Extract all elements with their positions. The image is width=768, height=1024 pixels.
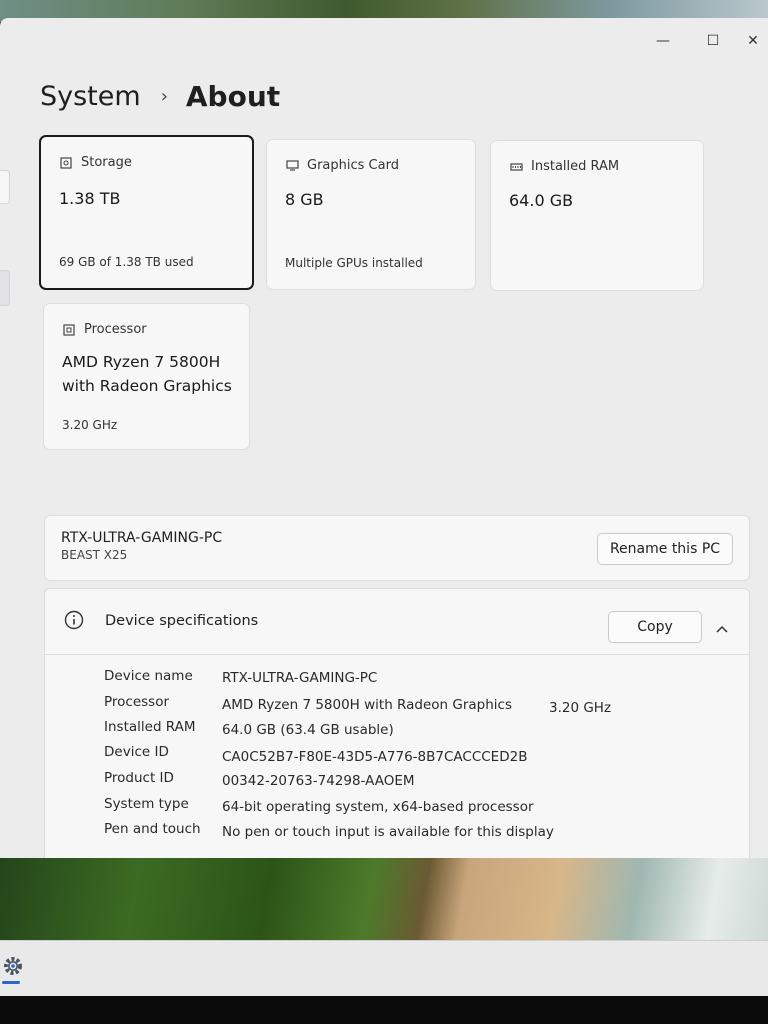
processor-value-line2: with Radeon Graphics (62, 377, 232, 395)
processor-card[interactable]: Processor AMD Ryzen 7 5800H with Radeon … (43, 303, 250, 450)
spec-value-device-name: RTX-ULTRA-GAMING-PC (222, 670, 378, 686)
copy-button[interactable]: Copy (608, 611, 702, 643)
spec-value-device-id: CA0C52B7-F80E-43D5-A776-8B7CACCCED2B (222, 749, 528, 765)
pc-name: RTX-ULTRA-GAMING-PC (61, 530, 223, 546)
spec-label-installed-ram: Installed RAM (104, 719, 196, 735)
processor-icon (62, 323, 76, 336)
spec-value-pen-touch: No pen or touch input is available for t… (222, 824, 554, 840)
desktop-wallpaper-bottom (0, 856, 768, 948)
spec-value-system-type: 64-bit operating system, x64-based proce… (222, 799, 534, 815)
storage-label: Storage (81, 155, 132, 170)
graphics-card-value: 8 GB (285, 190, 324, 209)
spec-label-processor: Processor (104, 694, 170, 710)
ram-icon (509, 161, 523, 173)
spec-label-device-name: Device name (104, 668, 193, 684)
graphics-card-icon (285, 160, 299, 172)
processor-card-header: Processor (62, 322, 147, 337)
window-controls: — ☐ ✕ (638, 26, 768, 56)
spec-value-product-id: 00342-20763-74298-AAOEM (222, 773, 415, 789)
pc-model: BEAST X25 (61, 548, 128, 562)
rename-pc-button[interactable]: Rename this PC (597, 533, 733, 565)
spec-label-system-type: System type (104, 796, 189, 812)
storage-card[interactable]: Storage 1.38 TB 69 GB of 1.38 TB used (39, 135, 254, 290)
storage-card-header: Storage (59, 155, 132, 170)
screen-bezel (0, 996, 768, 1024)
breadcrumb: System › About (40, 80, 280, 113)
device-specifications-header[interactable]: Device specifications Copy (45, 589, 749, 655)
pc-name-panel: RTX-ULTRA-GAMING-PC BEAST X25 Rename thi… (44, 515, 750, 581)
installed-ram-header: Installed RAM (509, 159, 619, 174)
nav-pane-edge-lower (0, 270, 10, 306)
graphics-card-sub: Multiple GPUs installed (285, 256, 423, 270)
spec-label-device-id: Device ID (104, 744, 169, 760)
close-button[interactable]: ✕ (738, 26, 768, 56)
graphics-card-header: Graphics Card (285, 158, 399, 173)
spec-label-pen-touch: Pen and touch (104, 821, 201, 837)
taskbar (0, 940, 768, 996)
nav-pane-edge (0, 170, 10, 204)
processor-label: Processor (84, 322, 147, 337)
settings-taskbar-icon[interactable] (0, 951, 26, 981)
device-specifications-title: Device specifications (105, 613, 259, 629)
info-icon (64, 610, 84, 634)
installed-ram-card[interactable]: Installed RAM 64.0 GB (490, 140, 704, 291)
graphics-card-label: Graphics Card (307, 158, 399, 173)
spec-label-product-id: Product ID (104, 770, 174, 786)
spec-value-installed-ram: 64.0 GB (63.4 GB usable) (222, 722, 394, 738)
processor-speed: 3.20 GHz (62, 418, 118, 432)
breadcrumb-chevron-icon: › (160, 86, 168, 107)
breadcrumb-system-link[interactable]: System (40, 81, 141, 112)
processor-value-line1: AMD Ryzen 7 5800H (62, 353, 221, 371)
spec-value-processor: AMD Ryzen 7 5800H with Radeon Graphics (222, 697, 513, 713)
active-app-indicator (2, 981, 20, 984)
maximize-button[interactable]: ☐ (688, 26, 738, 56)
graphics-card-tile[interactable]: Graphics Card 8 GB Multiple GPUs install… (266, 139, 476, 290)
page-title: About (185, 80, 281, 113)
chevron-up-icon[interactable] (715, 619, 729, 638)
storage-icon (59, 156, 73, 169)
storage-usage: 69 GB of 1.38 TB used (59, 255, 194, 269)
storage-value: 1.38 TB (59, 189, 121, 208)
spec-value-processor-speed: 3.20 GHz (549, 700, 612, 716)
installed-ram-label: Installed RAM (531, 159, 620, 174)
settings-window: — ☐ ✕ System › About Storage 1.38 TB 69 … (0, 18, 768, 858)
installed-ram-value: 64.0 GB (509, 191, 574, 210)
minimize-button[interactable]: — (638, 26, 688, 56)
